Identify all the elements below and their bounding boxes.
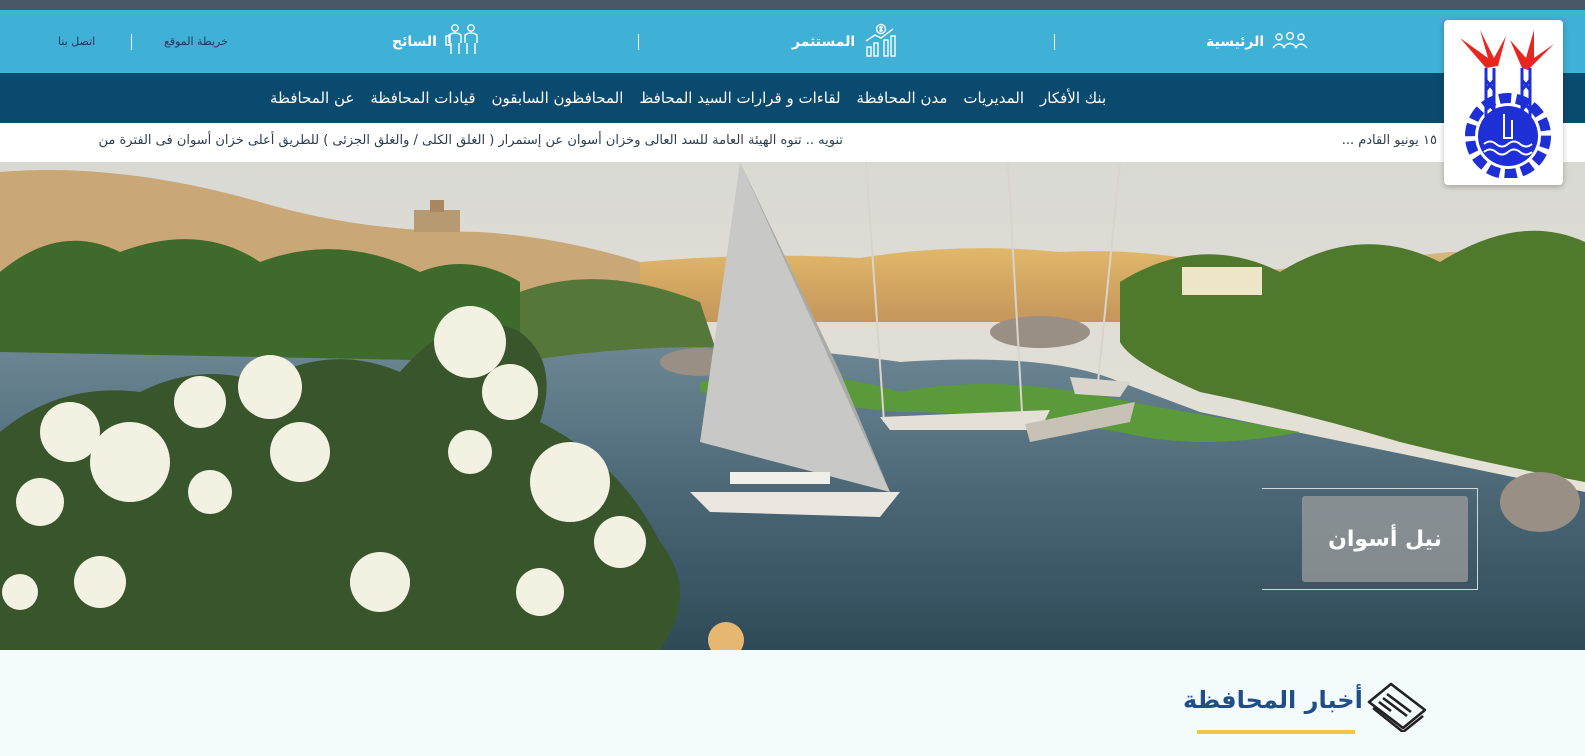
news-section-title: أخبار المحافظة [1183, 686, 1363, 714]
contact-link[interactable]: اتصل بنا [58, 10, 95, 73]
ticker-item[interactable]: تنويه .. تنوه الهيئة العامة للسد العالى … [99, 133, 844, 148]
divider [638, 34, 639, 50]
nav-governor-meetings-decisions[interactable]: لقاءات و قرارات السيد المحافظ [639, 89, 840, 107]
people-icon [1272, 30, 1308, 54]
investor-chart-icon [863, 23, 899, 61]
investor-label: المستثمر [792, 33, 856, 50]
nav-about-governorate[interactable]: عن المحافظة [270, 89, 354, 107]
hero-caption[interactable]: نيل أسوان [1302, 496, 1468, 582]
divider [1054, 34, 1055, 50]
news-ticker: تنويه .. تنوه الهيئة العامة للسد العالى … [0, 123, 1585, 162]
main-nav: عن المحافظة قيادات المحافظة المحافظون ال… [0, 73, 1585, 123]
nav-governorate-leaders[interactable]: قيادات المحافظة [370, 89, 475, 107]
divider [131, 34, 132, 50]
nav-directorates[interactable]: المديريات [963, 89, 1024, 107]
tourist-icon [445, 23, 481, 61]
nav-governorate-cities[interactable]: مدن المحافظة [857, 89, 948, 107]
aswan-emblem-icon [1459, 29, 1554, 178]
nav-former-governors[interactable]: المحافظون السابقون [492, 89, 624, 107]
news-title-underline [1197, 730, 1355, 734]
ticker-item[interactable]: ١٥ يونيو القادم ... [1342, 133, 1437, 148]
main-nav-list: عن المحافظة قيادات المحافظة المحافظون ال… [270, 73, 1106, 123]
investor-link[interactable]: المستثمر [792, 10, 899, 73]
tourist-label: السائح [392, 33, 437, 50]
newspaper-icon [1365, 680, 1429, 736]
top-strip [0, 0, 1585, 10]
tourist-link[interactable]: السائح [392, 10, 481, 73]
sitemap-link[interactable]: خريطة الموقع [164, 10, 228, 73]
top-bar: الرئيسية المستثمر السائح خريطة الموقع ات… [0, 10, 1585, 73]
home-link[interactable]: الرئيسية [1206, 10, 1308, 73]
nav-ideas-bank[interactable]: بنك الأفكار [1040, 89, 1106, 107]
governorate-logo[interactable] [1444, 20, 1563, 185]
home-label: الرئيسية [1206, 33, 1265, 50]
